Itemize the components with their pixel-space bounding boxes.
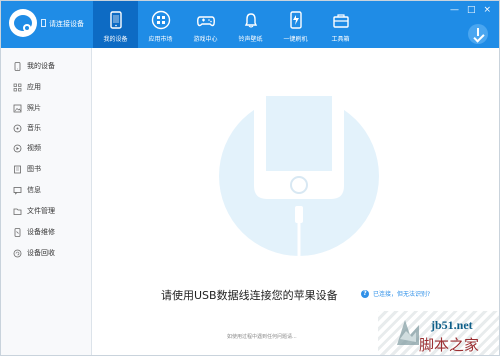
help-icon: ? [361,289,369,298]
device-status: 请连接设备 [41,16,84,32]
tab-label: 我的设备 [103,36,128,43]
tab-label: 应用市场 [148,36,173,43]
recycle-icon [13,249,22,257]
top-toolbar: 请连接设备 我的设备 应用市场 游戏中心 铃声壁纸 一键刷机 工具箱 — □ × [1,1,499,48]
sidebar-item-file-management[interactable]: 文件管理 [13,204,55,218]
sidebar-item-books[interactable]: 图书 [13,162,41,176]
sidebar-item-video[interactable]: 视频 [13,141,41,155]
sidebar-item-label: 音乐 [27,124,41,132]
main-panel: 请使用USB数据线连接您的苹果设备 ? 已连接，但无法识别? 如使用过程中遇到任… [93,48,499,355]
connection-prompt: 请使用USB数据线连接您的苹果设备 [161,289,338,302]
minimize-button[interactable]: — [450,6,459,15]
grid-icon [13,83,22,91]
sidebar: 我的设备 应用 照片 音乐 视频 图书 信息 文件管理 设备维修 设备回收 [1,48,92,355]
sidebar-item-label: 设备回收 [27,249,55,257]
toolbox-icon [333,14,349,28]
tab-one-click-flash[interactable]: 一键刷机 [273,1,318,48]
tab-ringtones-wallpaper[interactable]: 铃声壁纸 [228,1,273,48]
sidebar-item-apps[interactable]: 应用 [13,80,41,94]
tab-toolbox[interactable]: 工具箱 [318,1,363,48]
logo-eye-icon [14,15,32,32]
window-controls: — □ × [450,6,491,15]
maximize-button[interactable]: □ [467,6,476,15]
top-navigation: 我的设备 应用市场 游戏中心 铃声壁纸 一键刷机 工具箱 [93,1,363,48]
video-icon [13,144,22,152]
sidebar-item-music[interactable]: 音乐 [13,121,41,135]
sidebar-item-photos[interactable]: 照片 [13,101,41,115]
sidebar-item-label: 图书 [27,165,41,173]
device-icon [14,61,21,71]
sidebar-item-label: 信息 [27,186,41,194]
tab-my-device[interactable]: 我的设备 [93,1,138,48]
iphone-usb-icon [254,96,344,261]
sidebar-item-my-device[interactable]: 我的设备 [13,59,55,73]
tab-label: 铃声壁纸 [238,36,263,43]
tab-label: 工具箱 [331,36,350,43]
image-icon [13,104,22,112]
bell-icon [244,13,258,28]
tab-app-market[interactable]: 应用市场 [138,1,183,48]
watermark-brand: 脚本之家 [419,338,480,354]
sidebar-item-label: 视频 [27,144,41,152]
download-icon[interactable] [468,24,488,44]
connected-unrecognized-link[interactable]: ? 已连接，但无法识别? [361,289,430,298]
sidebar-item-label: 设备维修 [27,228,55,236]
phone-icon [110,11,122,29]
connect-illustration [219,96,379,264]
music-icon [13,124,22,132]
message-icon [13,186,22,195]
sidebar-item-device-recycle[interactable]: 设备回收 [13,246,55,260]
sidebar-item-label: 应用 [27,83,41,91]
bottom-note: 如使用过程中遇到任何问题请... [227,334,297,340]
folder-icon [13,208,22,215]
flash-icon [290,11,302,29]
apps-market-icon [151,10,171,30]
sidebar-item-device-repair[interactable]: 设备维修 [13,225,55,239]
help-link-label: 已连接，但无法识别? [373,291,431,298]
gamepad-icon [197,16,215,27]
close-button[interactable]: × [483,6,491,15]
phone-status-icon [41,19,46,27]
watermark-url: jb51.net [431,318,473,332]
iTools-window: 请连接设备 我的设备 应用市场 游戏中心 铃声壁纸 一键刷机 工具箱 — □ ×… [0,0,500,356]
app-logo [9,9,37,37]
book-icon [14,165,21,173]
tab-label: 游戏中心 [193,36,218,43]
sidebar-item-label: 照片 [27,104,41,112]
repair-icon [14,227,21,237]
tab-game-center[interactable]: 游戏中心 [183,1,228,48]
sidebar-item-messages[interactable]: 信息 [13,183,41,197]
sidebar-item-label: 文件管理 [27,207,55,215]
sidebar-item-label: 我的设备 [27,62,55,70]
tab-label: 一键刷机 [283,36,308,43]
